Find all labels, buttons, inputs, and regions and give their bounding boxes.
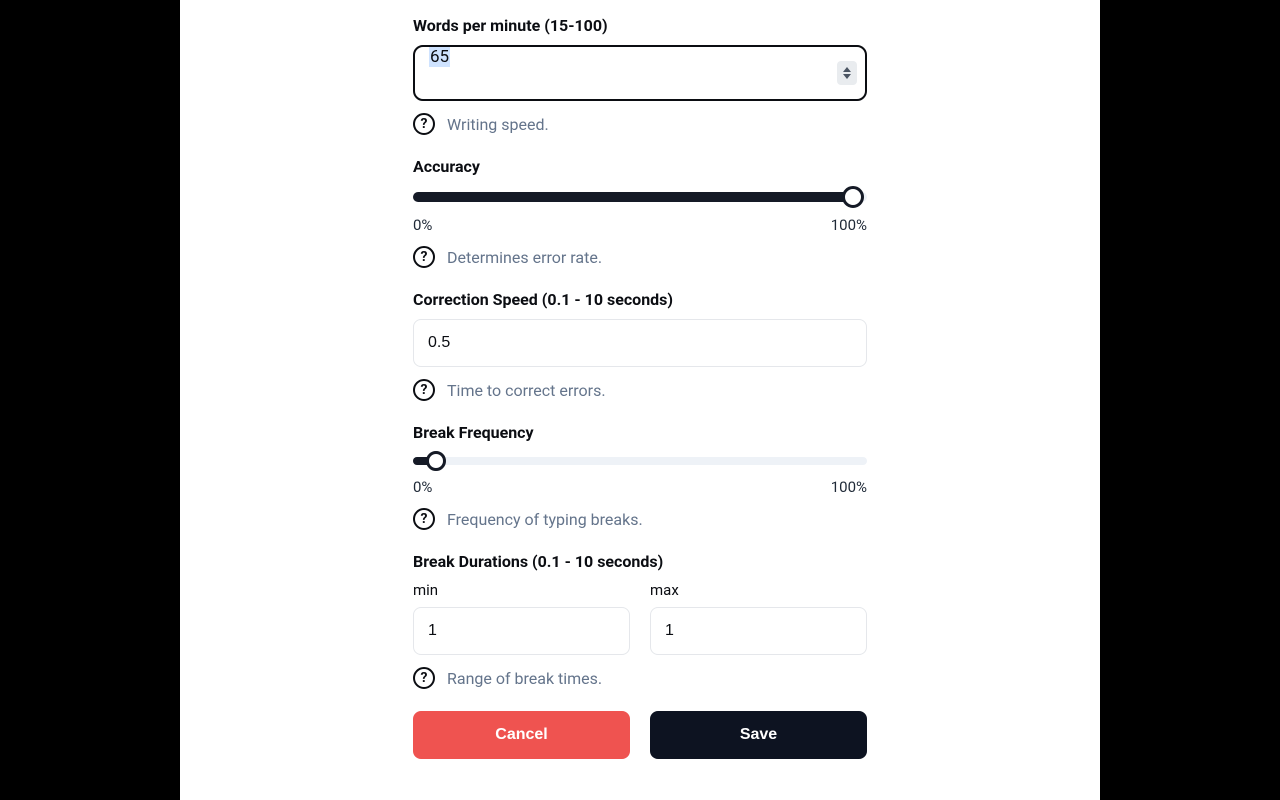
button-row: Cancel Save bbox=[413, 711, 867, 759]
accuracy-fill bbox=[413, 192, 853, 202]
question-icon[interactable]: ? bbox=[413, 508, 435, 530]
breakfreq-ticks: 0% 100% bbox=[413, 478, 867, 496]
accuracy-group: Accuracy 0% 100% ? Determines error rate… bbox=[413, 157, 867, 268]
question-icon[interactable]: ? bbox=[413, 246, 435, 268]
accuracy-max: 100% bbox=[831, 216, 867, 234]
wpm-input[interactable]: 65 bbox=[413, 45, 867, 101]
question-icon[interactable]: ? bbox=[413, 379, 435, 401]
accuracy-help: Determines error rate. bbox=[447, 248, 602, 267]
breakdur-min-label: min bbox=[413, 581, 630, 599]
breakfreq-help-row: ? Frequency of typing breaks. bbox=[413, 508, 867, 530]
accuracy-label: Accuracy bbox=[413, 157, 867, 176]
correction-label: Correction Speed (0.1 - 10 seconds) bbox=[413, 290, 867, 309]
breakfreq-max: 100% bbox=[831, 478, 867, 496]
wpm-help: Writing speed. bbox=[447, 115, 549, 134]
breakdur-group: Break Durations (0.1 - 10 seconds) min m… bbox=[413, 552, 867, 689]
cancel-button[interactable]: Cancel bbox=[413, 711, 630, 759]
chevron-down-icon bbox=[843, 74, 851, 79]
breakdur-max-label: max bbox=[650, 581, 867, 599]
breakdur-label: Break Durations (0.1 - 10 seconds) bbox=[413, 552, 867, 571]
wpm-input-wrap: 65 bbox=[413, 45, 867, 101]
chevron-up-icon bbox=[843, 67, 851, 72]
settings-form: Words per minute (15-100) 65 ? Writing s… bbox=[413, 0, 867, 759]
breakdur-min-col: min bbox=[413, 581, 630, 655]
breakfreq-help: Frequency of typing breaks. bbox=[447, 510, 643, 529]
question-icon[interactable]: ? bbox=[413, 667, 435, 689]
accuracy-help-row: ? Determines error rate. bbox=[413, 246, 867, 268]
wpm-value: 65 bbox=[429, 47, 450, 67]
breakdur-max-col: max bbox=[650, 581, 867, 655]
breakfreq-track bbox=[413, 457, 867, 465]
accuracy-thumb[interactable] bbox=[842, 186, 864, 208]
save-button[interactable]: Save bbox=[650, 711, 867, 759]
accuracy-slider[interactable] bbox=[413, 186, 867, 208]
breakdur-help-row: ? Range of break times. bbox=[413, 667, 867, 689]
breakdur-min-input[interactable] bbox=[413, 607, 630, 655]
breakfreq-group: Break Frequency 0% 100% ? Frequency of t… bbox=[413, 423, 867, 530]
breakfreq-thumb[interactable] bbox=[426, 451, 446, 471]
correction-input[interactable] bbox=[413, 319, 867, 367]
breakdur-row: min max bbox=[413, 581, 867, 655]
breakfreq-min: 0% bbox=[413, 478, 432, 496]
correction-help: Time to correct errors. bbox=[447, 381, 606, 400]
wpm-help-row: ? Writing speed. bbox=[413, 113, 867, 135]
wpm-group: Words per minute (15-100) 65 ? Writing s… bbox=[413, 16, 867, 135]
wpm-label: Words per minute (15-100) bbox=[413, 16, 867, 35]
breakfreq-label: Break Frequency bbox=[413, 423, 867, 442]
breakdur-help: Range of break times. bbox=[447, 669, 602, 688]
accuracy-min: 0% bbox=[413, 216, 432, 234]
breakfreq-slider[interactable] bbox=[413, 452, 867, 470]
wpm-stepper[interactable] bbox=[837, 61, 857, 85]
breakdur-max-input[interactable] bbox=[650, 607, 867, 655]
question-icon[interactable]: ? bbox=[413, 113, 435, 135]
correction-help-row: ? Time to correct errors. bbox=[413, 379, 867, 401]
accuracy-ticks: 0% 100% bbox=[413, 216, 867, 234]
correction-group: Correction Speed (0.1 - 10 seconds) ? Ti… bbox=[413, 290, 867, 401]
